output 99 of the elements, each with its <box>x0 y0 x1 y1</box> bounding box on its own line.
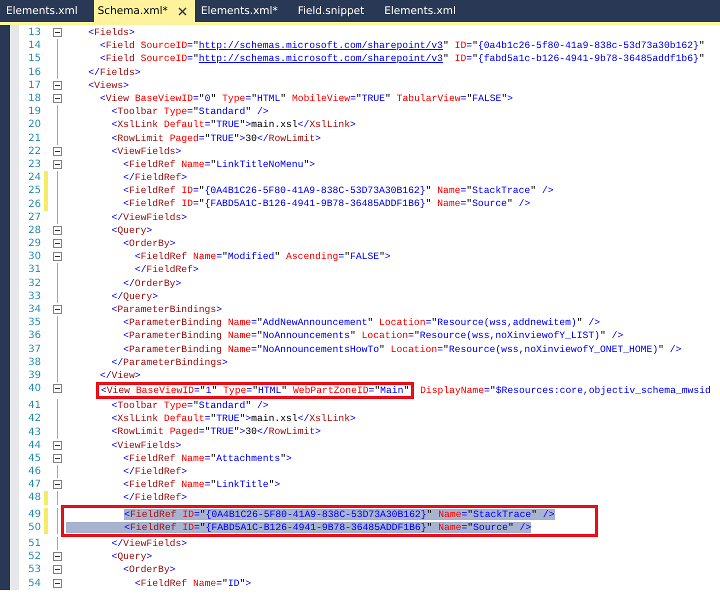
code-line: <RowLimit Paged="TRUE">30</RowLimit> <box>110 425 321 439</box>
line-number: 20 <box>27 118 42 132</box>
code-line: <FieldRef Name="Attachments"> <box>122 452 292 465</box>
line-number: 17 <box>27 78 42 92</box>
code-line: <FieldRef ID="{0A4B1C26-5F80-41A9-838C-53D73A30B162}" Name="StackTrace" /> <box>122 184 554 198</box>
close-icon[interactable] <box>178 6 187 16</box>
line-number: 32 <box>27 276 42 290</box>
collapse-icon[interactable] <box>52 565 62 574</box>
code-line: </View> <box>98 368 141 382</box>
line-number: 46 <box>27 465 42 478</box>
code-line: <Query> <box>110 550 152 564</box>
collapse-icon[interactable] <box>52 239 62 248</box>
code-line: </FieldRef> <box>122 171 188 184</box>
code-line: <Query> <box>110 224 152 237</box>
code-line: <Toolbar Type="Standard" /> <box>110 105 269 118</box>
code-line: <Toolbar Type="Standard" /> <box>110 399 269 412</box>
code-line: <FieldRef Name="ID"> <box>134 576 252 590</box>
collapse-icon[interactable] <box>52 454 62 463</box>
code-line: <Field SourceID="http://schemas.microsoft.com/sharepoint/v3" ID="{0a4b1c26-5f80-41a9-838c-53d73a30b162}" <box>98 39 705 52</box>
line-number: 53 <box>27 563 42 576</box>
code-line: <Field SourceID="http://schemas.microsoft.com/sharepoint/v3" ID="{fabd5a1c-b126-4941-9b78-36485addf1b6}" <box>98 52 705 66</box>
code-line: <FieldRef Name="Modified" Ascending="FALSE"> <box>134 250 391 264</box>
collapse-icon[interactable] <box>52 384 62 394</box>
line-number: 44 <box>27 438 42 452</box>
code-line: </FieldRef> <box>122 465 188 478</box>
code-line: <FieldRef Name="LinkTitleNoMenu"> <box>122 158 316 172</box>
code-line: </OrderBy> <box>122 276 182 290</box>
file-tab[interactable]: Elements.xml <box>380 0 470 22</box>
code-line: <View BaseViewID="0" Type="HTML" MobileView="TRUE" TabularView="FALSE"> <box>98 92 513 106</box>
code-line: <XslLink Default="TRUE">main.xsl</XslLink> <box>110 412 356 426</box>
code-line: <RowLimit Paged="TRUE">30</RowLimit> <box>110 132 321 145</box>
line-number: 40 <box>27 382 42 396</box>
line-number: 23 <box>27 158 42 172</box>
code-line: </FieldRef> <box>134 263 199 277</box>
file-tab[interactable]: Elements.xml <box>2 0 92 22</box>
code-line: <XslLink Default="TRUE">main.xsl</XslLink> <box>110 118 356 132</box>
code-line: <ParameterBindings> <box>110 302 222 316</box>
line-number: 33 <box>27 290 42 303</box>
line-number: 34 <box>27 303 42 316</box>
code-line: <Views> <box>87 78 129 92</box>
line-number: 35 <box>27 316 42 330</box>
code-line: <ViewFields> <box>110 144 182 158</box>
code-line: <Fields> <box>87 26 135 40</box>
file-tab[interactable]: Elements.xml* <box>196 0 292 22</box>
line-number: 16 <box>27 66 42 79</box>
annotation-box: <View BaseViewID="1" Type="HTML" WebPartZoneID="Main" <box>96 382 414 400</box>
collapse-icon[interactable] <box>52 252 62 262</box>
code-line: <ParameterBinding Name="NoAnnouncements" Location="Resource(wss,noXinviewofY_LIST)" /> <box>122 329 624 342</box>
line-number: 47 <box>27 478 42 492</box>
line-number: 15 <box>27 52 42 66</box>
line-number: 29 <box>27 237 42 250</box>
collapse-icon[interactable] <box>52 94 62 104</box>
line-number: 38 <box>27 356 42 369</box>
code-line: </ViewFields> <box>110 536 188 550</box>
collapse-icon[interactable] <box>52 80 62 90</box>
collapse-icon[interactable] <box>52 305 62 314</box>
line-number: 37 <box>27 342 42 356</box>
collapse-icon[interactable] <box>52 440 62 450</box>
code-line: </ViewFields> <box>110 210 188 224</box>
line-number: 18 <box>27 92 42 106</box>
code-line: DisplayName="$Resources:core,objectiv_schema_mwsid <box>419 385 711 396</box>
line-number: 28 <box>27 224 42 237</box>
code-line: <FieldRef Name="LinkTitle"> <box>122 478 280 492</box>
line-number: 39 <box>27 368 42 382</box>
collapse-icon[interactable] <box>52 578 62 588</box>
collapse-icon[interactable] <box>52 146 62 156</box>
collapse-icon[interactable] <box>52 226 62 235</box>
line-number: 45 <box>27 452 42 465</box>
code-line: <ParameterBinding Name="NoAnnouncementsHowTo" Location="Resource(wss,noXinviewofY_ONET_HOME)" /> <box>122 342 682 356</box>
line-number: 31 <box>27 263 42 277</box>
code-line: </FieldRef> <box>122 491 188 505</box>
line-number: 41 <box>27 399 42 412</box>
line-number: 13 <box>27 26 42 40</box>
collapse-icon[interactable] <box>52 28 62 38</box>
line-number: 54 <box>27 576 42 590</box>
file-tab[interactable]: Field.snippet <box>294 0 378 22</box>
line-number: 22 <box>27 144 42 158</box>
line-number: 36 <box>27 329 42 342</box>
line-number: 21 <box>27 132 42 145</box>
code-line: <OrderBy> <box>122 237 176 250</box>
code-line: <ViewFields> <box>110 438 182 452</box>
code-line: <FieldRef ID="{FABD5A1C-B126-4941-9B78-36485ADDF1B6}" Name="Source" /> <box>122 197 530 211</box>
file-tab[interactable]: Schema.xml* <box>94 0 195 22</box>
line-number: 27 <box>27 210 42 224</box>
line-number: 19 <box>27 105 42 118</box>
collapse-icon[interactable] <box>52 160 62 169</box>
code-line: </Fields> <box>87 66 141 79</box>
line-number: 30 <box>27 250 42 264</box>
line-number: 42 <box>27 412 42 426</box>
code-line: <OrderBy> <box>122 563 176 576</box>
collapse-icon[interactable] <box>52 552 62 562</box>
code-line: <ParameterBinding Name="AddNewAnnouncement" Location="Resource(wss,addnewitem)" /> <box>122 316 600 330</box>
line-number: 43 <box>27 426 42 439</box>
line-number: 14 <box>27 39 42 52</box>
code-line: </ParameterBindings> <box>110 356 228 369</box>
line-number: 52 <box>27 550 42 564</box>
code-line: </Query> <box>110 290 158 303</box>
collapse-icon[interactable] <box>52 480 62 490</box>
line-number: 51 <box>27 537 42 550</box>
